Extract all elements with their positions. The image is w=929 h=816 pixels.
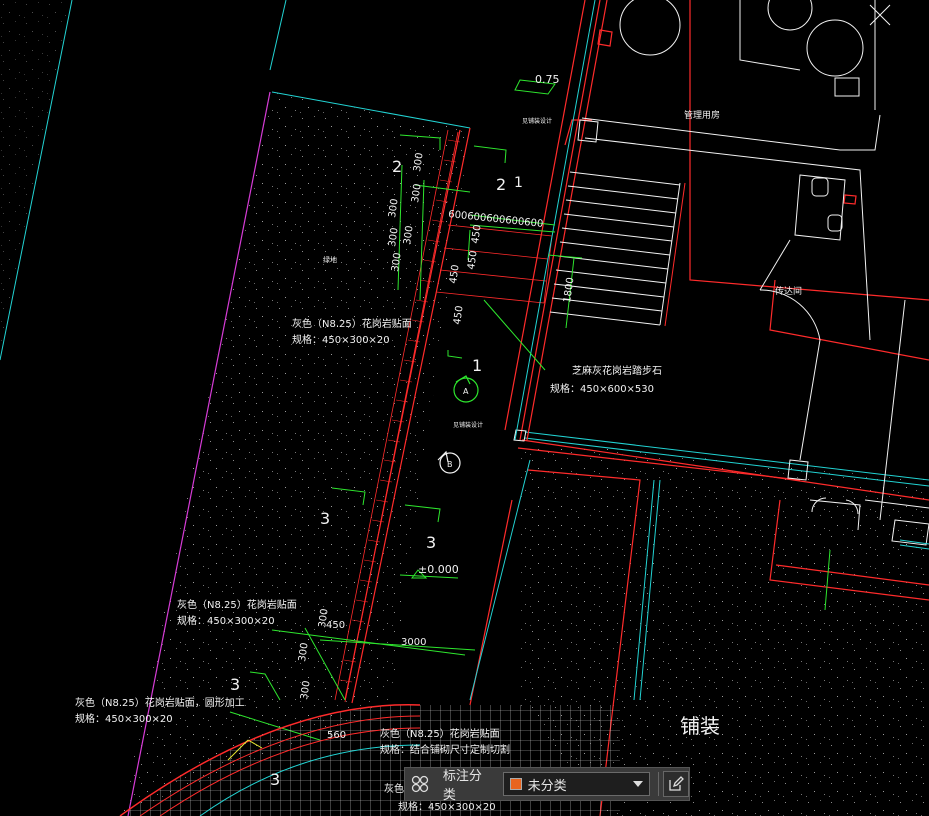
dim-450c: 450 — [448, 264, 462, 284]
marker-b: B — [447, 460, 453, 469]
edit-icon[interactable] — [663, 771, 689, 797]
section-1b: 1 — [472, 356, 482, 375]
dim-450a: 450 — [470, 224, 484, 244]
note1-line1: 灰色（N8.25）花岗岩贴面 — [292, 317, 412, 330]
dim-450e: 450 — [326, 620, 345, 631]
dim-560: 560 — [327, 730, 346, 741]
cad-drawing-canvas[interactable]: 0.75 见铺装设计 管理用房 传达间 绿地 见铺装设计 ±0.000 铺装 灰… — [0, 0, 929, 816]
category-swatch — [509, 778, 522, 790]
toolbar-divider — [658, 772, 660, 796]
pavement-label: 铺装 — [680, 714, 720, 738]
elevation-bottom: ±0.000 — [418, 563, 459, 576]
section-1a: 1 — [514, 175, 523, 191]
dim-3000: 3000 — [401, 637, 426, 648]
note2-line1: 芝麻灰花岗岩踏步石 — [572, 364, 662, 377]
note4-line1: 灰色（N8.25）花岗岩贴面，圆形加工 — [75, 696, 245, 709]
note4-line2: 规格：450×300×20 — [75, 712, 173, 725]
grid-icon[interactable] — [405, 768, 435, 800]
dim-1800: 1800 — [562, 277, 576, 304]
label-stair-mid: 见铺装设计 — [453, 421, 483, 429]
annotation-category-toolbar: 标注分类 未分类 — [404, 767, 690, 803]
category-select[interactable]: 未分类 — [502, 772, 651, 796]
elevation-top: 0.75 — [535, 73, 560, 86]
room-guard: 传达间 — [775, 285, 802, 297]
dim-450d: 450 — [452, 305, 466, 325]
note3-line2: 规格：450×300×20 — [177, 614, 275, 627]
section-2a: 2 — [392, 157, 402, 176]
category-label: 标注分类 — [442, 769, 482, 803]
note6-line1: 灰色 — [384, 782, 404, 795]
section-2b: 2 — [496, 175, 506, 194]
note3-line1: 灰色（N8.25）花岗岩贴面 — [177, 598, 297, 611]
note5-line1: 灰色（N8.25）花岗岩贴面 — [380, 727, 500, 740]
room-mgmt: 管理用房 — [684, 109, 720, 121]
category-value: 未分类 — [527, 778, 567, 794]
note2-line2: 规格：450×600×530 — [550, 382, 654, 395]
caret-down-icon[interactable] — [633, 781, 644, 787]
section-3d: 3 — [270, 770, 280, 789]
section-3b: 3 — [426, 533, 436, 552]
section-3c: 3 — [230, 675, 240, 694]
label-stair-top: 见铺装设计 — [522, 117, 552, 125]
marker-a: A — [463, 387, 469, 396]
section-3a: 3 — [320, 509, 330, 528]
note5-line2: 规格：结合铺砌尺寸定制切割 — [380, 743, 510, 756]
label-green: 绿地 — [323, 255, 337, 264]
note1-line2: 规格：450×300×20 — [292, 333, 390, 346]
lawn-hatch — [0, 0, 929, 816]
dim-450b: 450 — [466, 250, 480, 270]
